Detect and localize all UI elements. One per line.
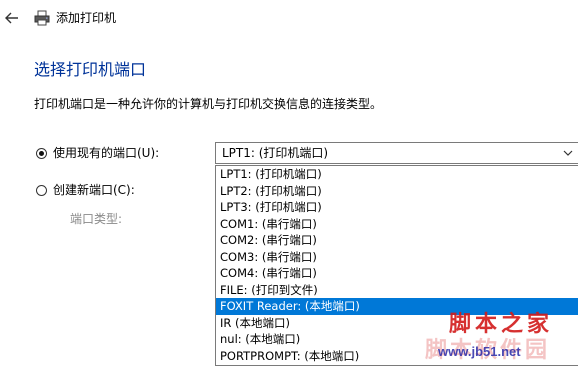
- port-option[interactable]: COM3: (串行端口): [216, 249, 578, 266]
- back-arrow-icon: [5, 12, 18, 24]
- use-existing-port-label: 使用现有的端口(U):: [53, 146, 160, 160]
- create-new-port-option[interactable]: 创建新端口(C):: [36, 182, 135, 198]
- create-new-port-radio[interactable]: [36, 184, 47, 196]
- port-option[interactable]: COM2: (串行端口): [216, 232, 578, 249]
- back-button[interactable]: [3, 8, 21, 28]
- existing-port-select[interactable]: LPT1: (打印机端口): [215, 142, 578, 164]
- use-existing-port-radio[interactable]: [36, 147, 47, 159]
- existing-port-selected-value: LPT1: (打印机端口): [222, 146, 329, 160]
- port-option[interactable]: LPT2: (打印机端口): [216, 183, 578, 200]
- add-printer-window: 添加打印机 选择打印机端口 打印机端口是一种允许你的计算机与打印机交换信息的连接…: [0, 0, 578, 372]
- page-description: 打印机端口是一种允许你的计算机与打印机交换信息的连接类型。: [34, 97, 383, 111]
- watermark-logo-text: 脚本之家: [449, 311, 554, 337]
- page-title: 选择打印机端口: [34, 60, 147, 79]
- create-new-port-label: 创建新端口(C):: [53, 183, 135, 197]
- window-title: 添加打印机: [56, 11, 117, 25]
- watermark-url: www.jb51.net: [438, 344, 521, 359]
- port-option[interactable]: COM1: (串行端口): [216, 216, 578, 233]
- port-type-label: 端口类型:: [70, 212, 123, 226]
- port-option[interactable]: LPT3: (打印机端口): [216, 199, 578, 216]
- port-option[interactable]: FILE: (打印到文件): [216, 282, 578, 299]
- printer-icon: [34, 10, 50, 26]
- use-existing-port-option[interactable]: 使用现有的端口(U):: [36, 145, 159, 161]
- port-option[interactable]: COM4: (串行端口): [216, 265, 578, 282]
- chevron-down-icon[interactable]: [563, 149, 573, 157]
- port-option[interactable]: LPT1: (打印机端口): [216, 166, 578, 183]
